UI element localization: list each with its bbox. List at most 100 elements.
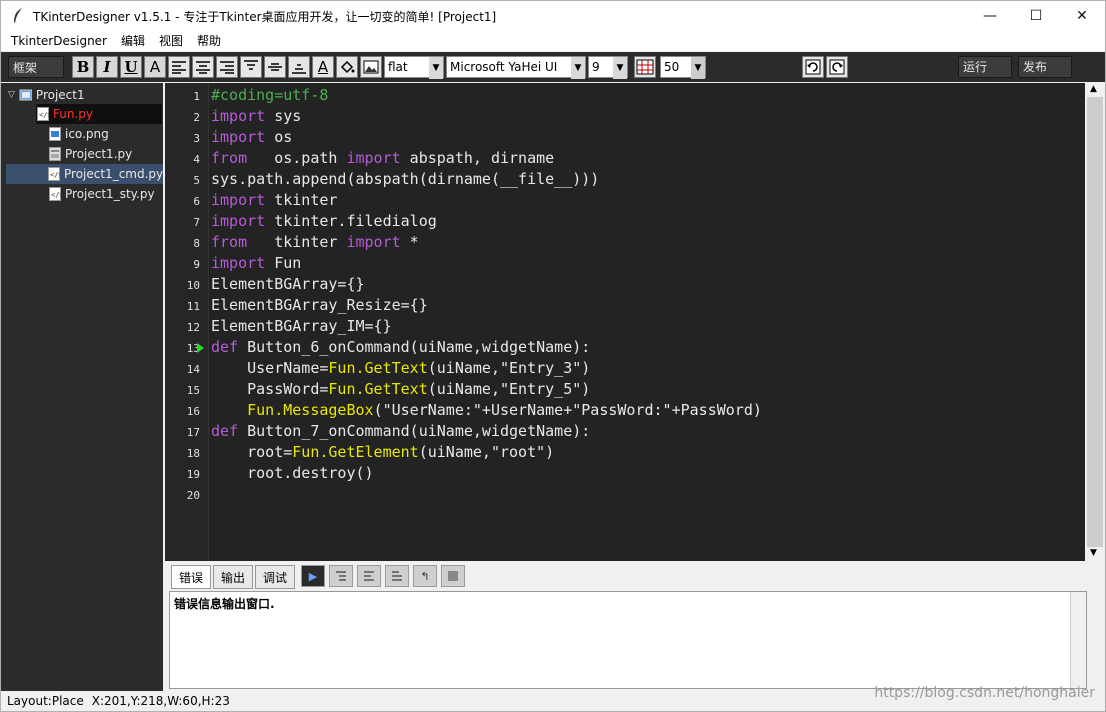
- menu-edit[interactable]: 编辑: [114, 31, 152, 51]
- widget-coordinates: X:201,Y:218,W:60,H:23: [91, 694, 230, 708]
- window-controls: — ☐ ✕: [967, 1, 1105, 31]
- align-top-icon[interactable]: [240, 56, 262, 78]
- maximize-button[interactable]: ☐: [1013, 1, 1059, 31]
- output-tabs: 错误 输出 调试 ▶ ↰: [171, 565, 469, 589]
- font-size-select[interactable]: 9 ▼: [588, 56, 628, 79]
- menu-help[interactable]: 帮助: [190, 31, 228, 51]
- app-window: TKinterDesigner v1.5.1 - 专注于Tkinter桌面应用开…: [0, 0, 1106, 712]
- output-text-area[interactable]: 错误信息输出窗口.: [169, 591, 1087, 689]
- output-message: 错误信息输出窗口.: [174, 597, 275, 611]
- chevron-down-icon: ▼: [429, 57, 443, 79]
- publish-button[interactable]: 发布: [1018, 56, 1072, 78]
- underline-button[interactable]: U: [120, 56, 142, 78]
- code-text[interactable]: #coding=utf-8 import sys import os from …: [211, 85, 762, 484]
- menu-tkinterdesigner[interactable]: TkinterDesigner: [1, 31, 114, 51]
- chevron-down-icon: ▼: [691, 57, 705, 79]
- layout-mode: Layout:Place: [7, 694, 84, 708]
- line-number: 15: [186, 384, 200, 397]
- feather-icon: [9, 7, 27, 25]
- undo-icon[interactable]: [802, 56, 824, 78]
- tab-errors[interactable]: 错误: [171, 565, 211, 589]
- chevron-down-icon: ▼: [571, 57, 585, 79]
- scroll-up-icon[interactable]: ▲: [1090, 84, 1097, 94]
- bold-button[interactable]: B: [72, 56, 94, 78]
- tree-file-project1-sty[interactable]: </> Project1_sty.py: [48, 184, 155, 204]
- tree-file-project1-cmd[interactable]: </> Project1_cmd.py: [6, 164, 163, 184]
- tab-debug[interactable]: 调试: [255, 565, 295, 589]
- run-button[interactable]: 运行: [958, 56, 1012, 78]
- run-icon[interactable]: ▶: [301, 565, 325, 587]
- chevron-down-icon: ▼: [613, 57, 627, 79]
- background-image-icon[interactable]: [360, 56, 382, 78]
- font-select[interactable]: Microsoft YaHei UI ▼: [446, 56, 586, 79]
- redo-icon[interactable]: [826, 56, 848, 78]
- align-middle-icon[interactable]: [264, 56, 286, 78]
- tree-file-fun[interactable]: </> Fun.py: [36, 104, 162, 124]
- line-number: 12: [186, 321, 200, 334]
- step-into-icon[interactable]: [329, 565, 353, 587]
- italic-button[interactable]: I: [96, 56, 118, 78]
- title-bar: TKinterDesigner v1.5.1 - 专注于Tkinter桌面应用开…: [1, 1, 1105, 31]
- frame-combo-label: 框架: [13, 60, 38, 75]
- font-size-value: 9: [592, 60, 600, 74]
- project-icon: [19, 88, 32, 102]
- line-number: 19: [186, 468, 200, 481]
- align-left-icon[interactable]: [168, 56, 190, 78]
- relief-select[interactable]: flat ▼: [384, 56, 444, 79]
- font-value: Microsoft YaHei UI: [450, 60, 558, 74]
- frame-combo[interactable]: 框架: [8, 56, 64, 78]
- svg-text:</>: </>: [50, 171, 60, 179]
- stop-icon[interactable]: [441, 565, 465, 587]
- output-panel: 错误 输出 调试 ▶ ↰ 错误信息输出窗口.: [165, 561, 1105, 691]
- tree-file-label: Project1.py: [65, 147, 133, 161]
- align-center-icon[interactable]: [192, 56, 214, 78]
- line-number: 7: [193, 216, 200, 229]
- expand-icon[interactable]: ▽: [8, 90, 15, 100]
- tree-file-label: Project1_cmd.py: [64, 167, 164, 181]
- line-number: 10: [186, 279, 200, 292]
- editor-scrollbar[interactable]: ▲ ▼: [1085, 83, 1105, 561]
- scroll-down-icon[interactable]: ▼: [1090, 548, 1097, 558]
- tree-root-label: Project1: [35, 88, 85, 102]
- project-tree: ▽ Project1 </> Fun.py ico.png Project1.p…: [6, 83, 163, 691]
- line-number: 3: [193, 132, 200, 145]
- tree-root[interactable]: ▽ Project1: [8, 85, 85, 105]
- tree-file-ico[interactable]: ico.png: [48, 124, 109, 144]
- align-bottom-icon[interactable]: [288, 56, 310, 78]
- output-scrollbar[interactable]: [1070, 592, 1086, 688]
- menu-view[interactable]: 视图: [152, 31, 190, 51]
- tree-file-label: Project1_sty.py: [65, 187, 155, 201]
- grid-size-value: 50: [664, 60, 680, 74]
- line-number: 14: [186, 363, 200, 376]
- grid-size-select[interactable]: 50 ▼: [660, 56, 706, 79]
- close-button[interactable]: ✕: [1059, 1, 1105, 31]
- tree-file-label: ico.png: [65, 127, 109, 141]
- window-title: TKinterDesigner v1.5.1 - 专注于Tkinter桌面应用开…: [33, 9, 497, 24]
- tab-output[interactable]: 输出: [213, 565, 253, 589]
- code-file-icon: </>: [48, 187, 61, 201]
- minimize-button[interactable]: —: [967, 1, 1013, 31]
- grid-icon[interactable]: [634, 56, 656, 78]
- tree-file-project1[interactable]: Project1.py: [48, 144, 132, 164]
- form-file-icon: [48, 147, 61, 161]
- menu-bar: TkinterDesigner 编辑 视图 帮助: [1, 31, 1105, 51]
- svg-text:</>: </>: [39, 111, 49, 119]
- step-out-icon[interactable]: [385, 565, 409, 587]
- scrollbar-thumb[interactable]: [1087, 97, 1103, 547]
- line-number: 2: [193, 111, 200, 124]
- line-number: 4: [193, 153, 200, 166]
- code-file-icon: </>: [36, 107, 49, 121]
- line-number: 18: [186, 447, 200, 460]
- line-number-gutter: 1 2 3 4 5 6 7 8 9 10 11 12 13 14 15 16 1…: [165, 83, 209, 561]
- watermark: https://blog.csdn.net/honghaier: [874, 685, 1095, 701]
- code-file-icon: </>: [48, 167, 60, 181]
- relief-value: flat: [388, 60, 408, 74]
- fill-bucket-icon[interactable]: [336, 56, 358, 78]
- step-over-icon[interactable]: [357, 565, 381, 587]
- line-number: 5: [193, 174, 200, 187]
- text-color-icon[interactable]: A: [312, 56, 334, 78]
- code-editor[interactable]: 1 2 3 4 5 6 7 8 9 10 11 12 13 14 15 16 1…: [165, 83, 1085, 561]
- align-right-icon[interactable]: [216, 56, 238, 78]
- return-icon[interactable]: ↰: [413, 565, 437, 587]
- font-color-button[interactable]: A: [144, 56, 166, 78]
